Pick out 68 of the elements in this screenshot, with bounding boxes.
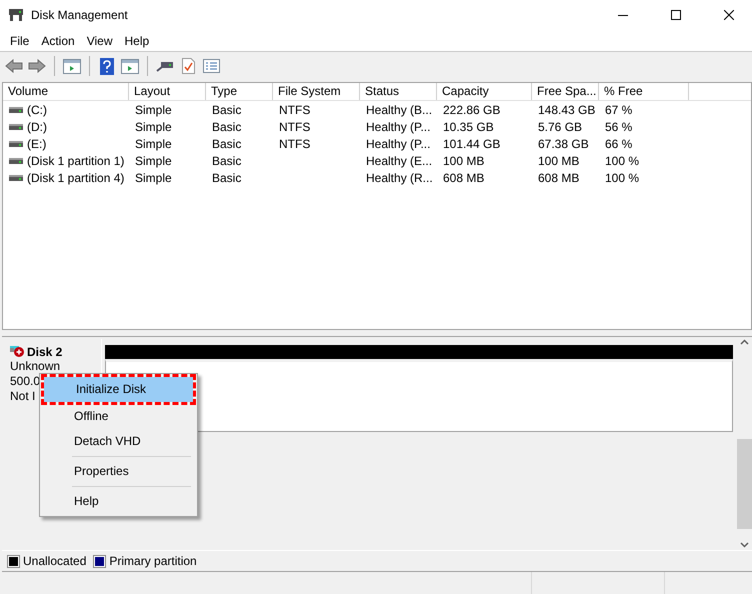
close-icon[interactable] — [724, 10, 734, 20]
drive-icon — [9, 122, 23, 130]
menu-item[interactable]: Detach VHD — [42, 429, 195, 454]
table-cell: Simple — [135, 120, 172, 134]
plug-icon[interactable] — [156, 60, 174, 72]
menu-item[interactable]: Initialize Disk — [44, 377, 193, 402]
table-cell: Healthy (B... — [366, 102, 432, 116]
menu-item[interactable]: Help — [118, 34, 156, 48]
window-title: Disk Management — [31, 8, 129, 22]
table-cell: 67.38 GB — [538, 136, 589, 150]
drive-icon — [9, 156, 23, 164]
table-cell: 66 % — [605, 136, 632, 150]
table-cell: NTFS — [279, 120, 310, 134]
disk-error-icon — [10, 346, 25, 358]
table-cell: NTFS — [279, 136, 310, 150]
table-cell: Simple — [135, 136, 172, 150]
table-cell: (Disk 1 partition 4) — [27, 170, 124, 184]
table-cell: NTFS — [279, 102, 310, 116]
menu-item[interactable]: Help — [42, 489, 195, 514]
table-cell: Simple — [135, 154, 172, 168]
disk-drive-icon — [8, 8, 24, 22]
table-cell: Healthy (P... — [366, 120, 430, 134]
drive-icon — [9, 140, 23, 148]
table-cell: 100 MB — [538, 154, 580, 168]
table-cell: 608 MB — [538, 170, 580, 184]
menu-item[interactable]: File — [4, 34, 36, 48]
table-cell: 67 % — [605, 102, 632, 116]
table-cell: Healthy (P... — [366, 136, 430, 150]
drive-icon — [9, 106, 23, 114]
legend-label: Primary partition — [109, 554, 197, 568]
table-cell: Simple — [135, 102, 172, 116]
table-cell: 5.76 GB — [538, 120, 582, 134]
table-cell: 148.43 GB — [538, 102, 596, 116]
scrollbar-thumb[interactable] — [737, 438, 752, 528]
table-cell: 56 % — [605, 120, 632, 134]
table-cell: Healthy (R... — [366, 170, 433, 184]
table-cell: Healthy (E... — [366, 154, 432, 168]
table-cell: Simple — [135, 170, 172, 184]
document-check-icon[interactable] — [182, 58, 194, 74]
table-cell: Basic — [212, 102, 242, 116]
disk-info: Not I — [10, 389, 36, 404]
table-cell: 100 % — [605, 170, 640, 184]
table-cell: 101.44 GB — [443, 136, 500, 150]
legend-label: Unallocated — [23, 554, 86, 568]
disk-name: Disk 2 — [27, 345, 62, 359]
maximize-icon[interactable] — [671, 10, 681, 20]
scroll-down-icon[interactable] — [740, 542, 749, 548]
table-cell: 222.86 GB — [443, 102, 500, 116]
disk-info: Unknown — [10, 359, 62, 374]
table-cell: 608 MB — [443, 170, 484, 184]
menu-item[interactable]: Properties — [42, 459, 195, 484]
table-cell: 100 % — [605, 154, 640, 168]
table-cell: (Disk 1 partition 1) — [27, 154, 124, 168]
scroll-up-icon[interactable] — [740, 339, 749, 345]
menu-item[interactable]: Action — [35, 34, 81, 48]
minimize-icon[interactable] — [618, 14, 628, 16]
table-cell: Basic — [212, 154, 242, 168]
table-cell: Basic — [212, 136, 242, 150]
table-cell: 10.35 GB — [443, 120, 494, 134]
menu-item[interactable]: Offline — [42, 404, 195, 429]
table-cell: 100 MB — [443, 154, 484, 168]
table-cell: Basic — [212, 170, 242, 184]
menu-item[interactable]: View — [80, 34, 118, 48]
drive-icon — [9, 174, 23, 182]
table-cell: Basic — [212, 120, 242, 134]
table-cell: (C:) — [27, 102, 47, 116]
table-cell: (D:) — [27, 120, 47, 134]
table-cell: (E:) — [27, 136, 46, 150]
